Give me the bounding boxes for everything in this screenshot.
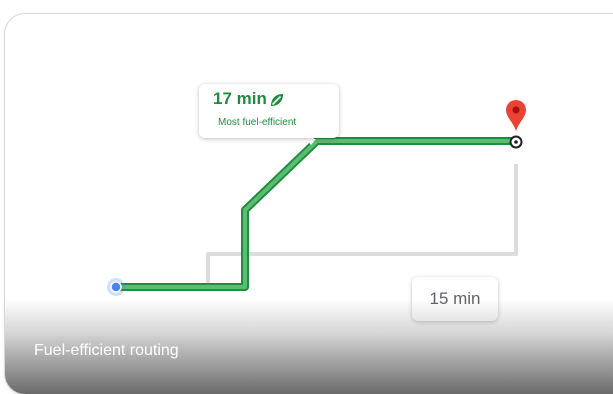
fuel-efficient-route-line[interactable] [116, 139, 518, 289]
leaf-icon [271, 94, 283, 106]
origin-dot-icon[interactable] [107, 278, 125, 296]
fuel-efficient-badge: Most fuel-efficient [218, 117, 297, 128]
route-card: 17 min Most fuel-efficient 15 min [5, 14, 613, 394]
fuel-efficient-route-time: 17 min [213, 89, 267, 108]
fuel-efficient-route-tooltip[interactable]: 17 min Most fuel-efficient [199, 84, 339, 144]
alternative-route-line[interactable] [206, 164, 518, 282]
map-pin-icon [506, 100, 526, 131]
caption-text: Fuel-efficient routing [34, 342, 179, 359]
fuel-efficient-route-outline [114, 137, 520, 291]
